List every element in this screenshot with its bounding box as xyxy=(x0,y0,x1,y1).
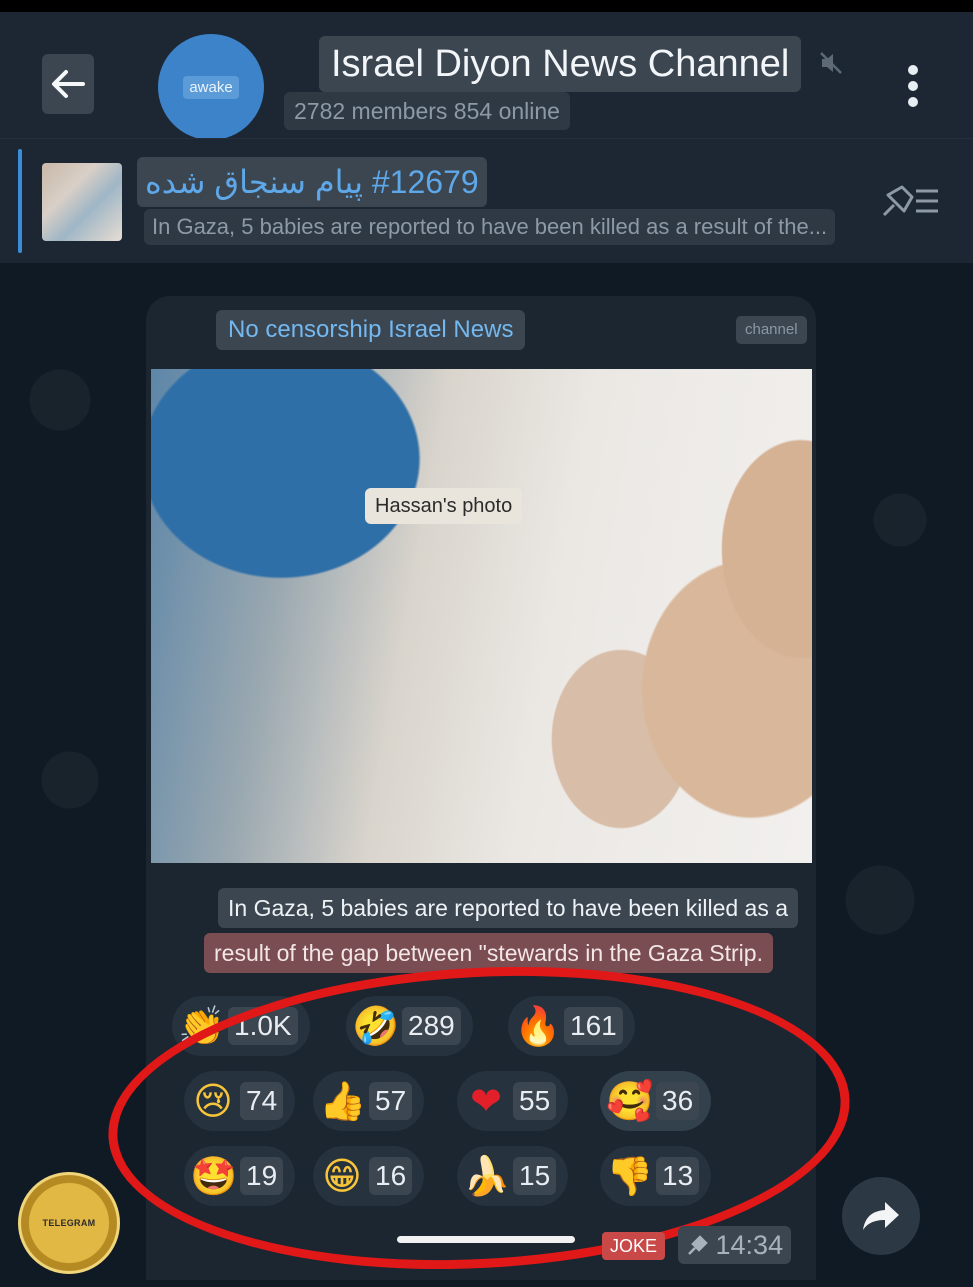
pinned-thumbnail xyxy=(42,163,122,241)
pin-icon xyxy=(688,1235,708,1255)
message-text-line-1: In Gaza, 5 babies are reported to have b… xyxy=(218,888,799,928)
forwarded-from[interactable]: No censorship Israel News xyxy=(216,310,526,350)
joke-label: JOKE xyxy=(602,1232,666,1260)
muted-speaker-icon xyxy=(820,52,842,74)
time-text: 14:34 xyxy=(715,1230,784,1260)
status-bar xyxy=(0,0,973,12)
pinned-indicator xyxy=(18,149,22,253)
arrow-left-icon xyxy=(52,70,85,98)
telegram-badge-logo: TELEGRAM xyxy=(18,1172,120,1274)
photo-caption: Hassan's photo xyxy=(365,488,523,524)
avatar-label: awake xyxy=(183,75,239,99)
pinned-title: #12679 پیام سنجاق شده xyxy=(137,157,487,207)
pin-list-icon[interactable] xyxy=(878,181,942,221)
channel-title[interactable]: Israel Diyon News Channel xyxy=(319,36,802,92)
channel-avatar[interactable]: awake xyxy=(158,34,264,140)
pinned-message-bar[interactable]: #12679 پیام سنجاق شده In Gaza, 5 babies … xyxy=(0,138,973,263)
message-time: 14:34 xyxy=(678,1226,792,1264)
home-indicator xyxy=(397,1236,575,1243)
badge-label: TELEGRAM xyxy=(42,1218,96,1228)
member-count: 2782 members 854 online xyxy=(284,92,570,130)
share-arrow-icon xyxy=(863,1202,899,1230)
more-options-icon[interactable] xyxy=(903,64,923,108)
back-button[interactable] xyxy=(42,54,94,114)
channel-tag: channel xyxy=(736,316,807,344)
message-photo[interactable] xyxy=(151,369,812,863)
forward-button[interactable] xyxy=(842,1177,920,1255)
pinned-preview: In Gaza, 5 babies are reported to have b… xyxy=(144,209,836,245)
chat-header: awake Israel Diyon News Channel 2782 mem… xyxy=(0,12,973,140)
